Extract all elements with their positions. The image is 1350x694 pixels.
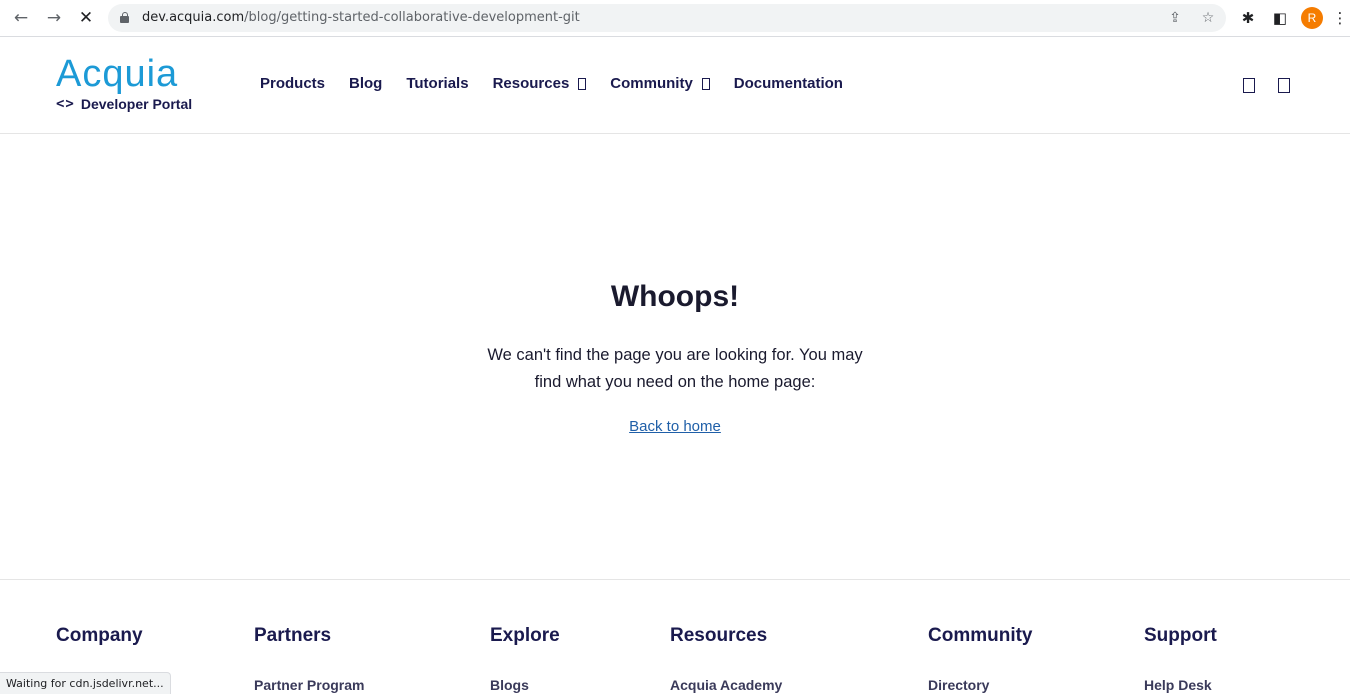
logo-subtitle: <> Developer Portal [56,96,192,112]
search-icon[interactable] [1243,78,1255,93]
footer-column-community: Community Directory [928,625,1033,693]
acquia-logo[interactable]: Acquia <> Developer Portal [56,53,192,112]
user-account-icon[interactable] [1278,78,1290,93]
page-title: Whoops! [610,280,740,313]
lock-icon[interactable] [120,12,129,23]
footer-link-acquia-academy[interactable]: Acquia Academy [670,677,782,693]
footer-column-explore: Explore Blogs [490,625,560,693]
site-header: Acquia <> Developer Portal Products Blog… [0,37,1350,134]
footer-link-partner-program[interactable]: Partner Program [254,677,364,693]
footer-heading: Company [56,625,143,646]
footer-link-help-desk[interactable]: Help Desk [1144,677,1217,693]
browser-menu-icon[interactable]: ⋮ [1333,8,1348,28]
footer-column-resources: Resources Acquia Academy [670,625,782,693]
forward-arrow-icon[interactable]: → [42,7,66,29]
error-message: We can't find the page you are looking f… [487,346,863,391]
back-arrow-icon[interactable]: ← [9,7,33,29]
nav-item-tutorials[interactable]: Tutorials [406,75,468,92]
not-found-content: Whoops! We can't find the page you are l… [0,134,1350,580]
nav-item-resources[interactable]: Resources [493,75,587,92]
footer-heading: Explore [490,625,560,646]
footer-link-blogs[interactable]: Blogs [490,677,560,693]
main-navigation: Products Blog Tutorials Resources Commun… [260,75,867,92]
code-brackets-icon: <> [56,96,75,112]
nav-item-documentation[interactable]: Documentation [734,75,843,92]
logo-subtitle-label: Developer Portal [80,96,193,112]
url-text[interactable]: dev.acquia.com/blog/getting-started-coll… [142,10,580,25]
nav-item-blog[interactable]: Blog [349,75,382,92]
profile-avatar[interactable]: R [1301,7,1323,29]
footer-column-partners: Partners Partner Program [254,625,364,693]
address-bar[interactable]: dev.acquia.com/blog/getting-started-coll… [108,4,1226,32]
loading-status-bubble: Waiting for cdn.jsdelivr.net... [0,672,171,694]
footer-link-directory[interactable]: Directory [928,677,1033,693]
footer-heading: Partners [254,625,332,646]
footer-heading: Support [1144,625,1217,646]
site-footer: Company Partners Partner Program Explore… [0,581,1350,694]
dropdown-caret-icon[interactable] [701,77,710,90]
nav-item-products[interactable]: Products [260,75,325,92]
footer-heading: Resources [670,625,768,646]
extensions-puzzle-icon[interactable]: ✱ [1238,8,1258,28]
footer-column-company: Company [56,625,143,647]
browser-toolbar: ← → ✕ dev.acquia.com/blog/getting-starte… [0,0,1350,37]
share-icon[interactable]: ⇪ [1166,9,1184,27]
nav-item-community[interactable]: Community [610,75,710,92]
side-panel-icon[interactable]: ◧ [1270,8,1290,28]
back-to-home-link[interactable]: Back to home [629,418,721,435]
logo-wordmark: Acquia [56,53,179,95]
stop-loading-icon[interactable]: ✕ [74,7,98,29]
bookmark-star-icon[interactable]: ☆ [1199,9,1217,27]
footer-column-support: Support Help Desk [1144,625,1217,693]
footer-heading: Community [928,625,1033,646]
dropdown-caret-icon[interactable] [578,77,587,90]
